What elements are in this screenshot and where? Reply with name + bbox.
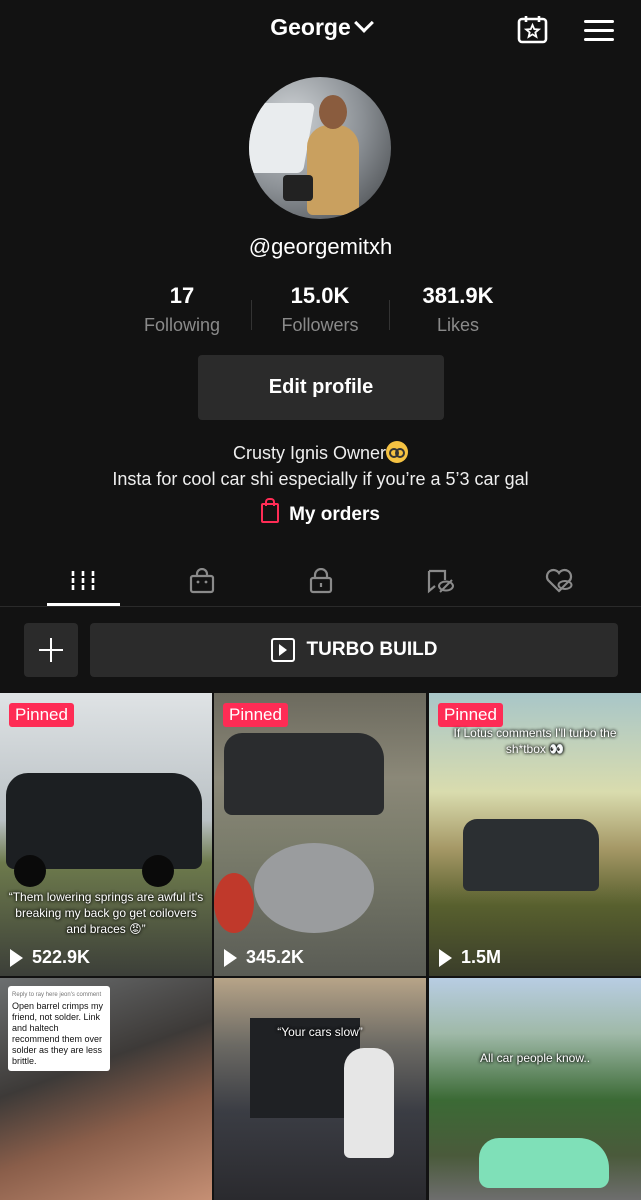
pinned-badge: Pinned [9,703,74,727]
nerd-emoji-icon [386,441,409,463]
video-caption: “Them lowering springs are awful it’s br… [8,890,204,936]
video-thumbnail[interactable]: Reply to ray here jeon's comment Open ba… [0,978,212,1200]
video-thumbnail[interactable]: Pinned “Them lowering springs are awful … [0,693,212,976]
tab-liked[interactable] [500,556,618,606]
avatar[interactable] [249,77,391,219]
comment-header: Reply to ray here jeon's comment [12,992,102,998]
video-caption: If Lotus comments I'll turbo the sh*tbox… [453,726,617,756]
shopping-bag-icon [189,568,215,594]
play-icon [10,948,23,967]
edit-profile-button[interactable]: Edit profile [198,355,444,420]
playlist-icon [270,638,295,662]
pinned-badge: Pinned [223,703,288,727]
heart-hidden-icon [545,568,573,593]
video-caption: “Your cars slow” [277,1025,363,1039]
stat-followers[interactable]: 15.0K Followers [250,283,390,336]
bio-line-1: Crusty Ignis Owner [232,443,387,463]
tag-hidden-icon [427,569,454,594]
play-icon [439,948,452,967]
shopping-bag-icon [261,498,280,523]
username: @georgemitxh [248,234,393,259]
stat-likes[interactable]: 381.9K Likes [388,283,528,336]
tab-private[interactable] [262,556,380,606]
my-orders-label: My orders [289,504,380,525]
view-count: 345.2K [224,947,304,968]
chevron-down-icon [353,13,374,33]
tab-reposts[interactable] [381,556,499,606]
grid-icon [71,571,95,591]
view-count: 1.5M [439,947,501,968]
comment-reply-card: Reply to ray here jeon's comment Open ba… [8,986,110,1071]
bio: Crusty Ignis Owner Insta for cool car sh… [0,440,641,492]
lock-icon [309,568,333,594]
account-name: George [270,14,351,40]
followers-count: 15.0K [290,283,350,308]
stat-following[interactable]: 17 Following [112,283,252,336]
calendar-star-icon[interactable] [517,15,548,44]
comment-text: Open barrel crimps my friend, not solder… [12,1001,104,1066]
video-thumbnail[interactable]: Pinned 345.2K [214,693,426,976]
active-tab-indicator [47,603,120,606]
view-count: 522.9K [10,947,90,968]
likes-label: Likes [436,315,480,335]
profile-tabs [0,556,641,607]
turbo-build-label: TURBO BUILD [306,639,438,660]
video-thumbnail[interactable]: All car people know.. [429,978,641,1200]
my-orders-link[interactable]: My orders [0,498,641,526]
video-caption: All car people know.. [479,1051,591,1065]
following-count: 17 [169,283,195,308]
video-thumbnail[interactable]: Pinned If Lotus comments I'll turbo the … [429,693,641,976]
likes-count: 381.9K [422,283,494,308]
pinned-badge: Pinned [438,703,503,727]
tab-shop[interactable] [143,556,261,606]
add-button[interactable] [24,623,78,677]
bio-line-2: Insta for cool car shi especially if you… [112,469,529,489]
followers-label: Followers [281,315,359,335]
top-bar: George [0,0,641,64]
tab-videos[interactable] [24,556,142,606]
play-icon [224,948,237,967]
following-label: Following [143,315,221,335]
video-thumbnail[interactable]: “Your cars slow” [214,978,426,1200]
turbo-build-button[interactable]: TURBO BUILD [90,623,618,677]
menu-icon[interactable] [584,20,614,42]
